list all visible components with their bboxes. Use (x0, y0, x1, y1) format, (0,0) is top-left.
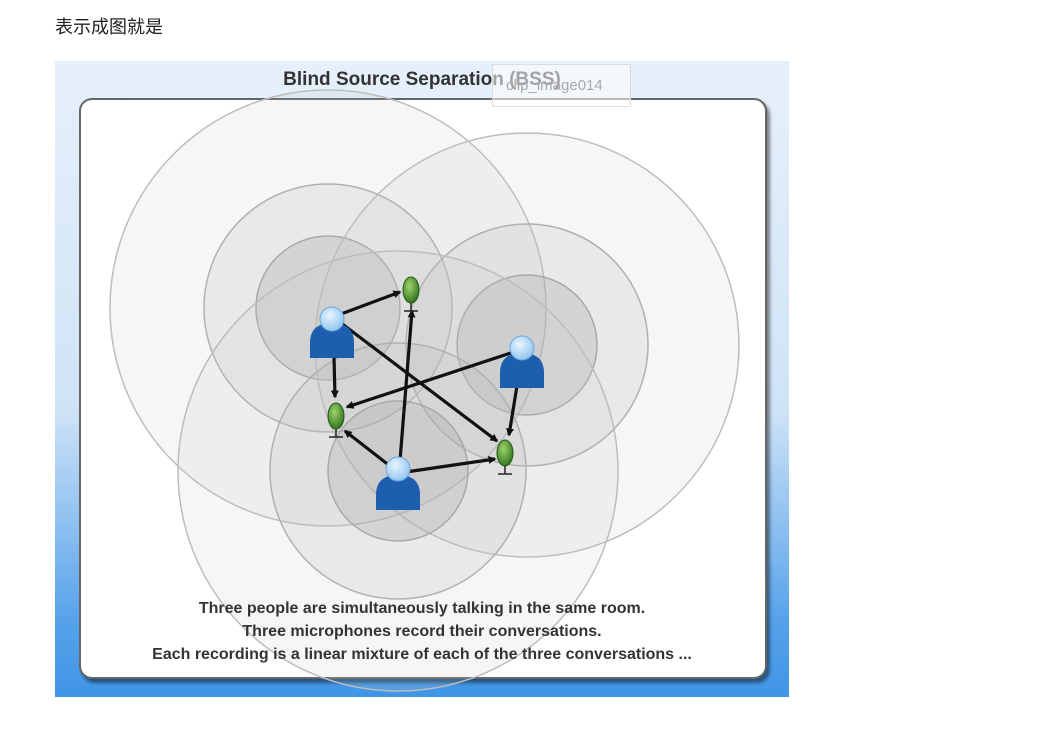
bss-figure: Blind Source Separation (BSS) Three peop… (55, 61, 789, 697)
broken-image-alt-text: clip_image014 (506, 77, 603, 94)
caption-line-3: Each recording is a linear mixture of ea… (152, 646, 692, 663)
broken-image-placeholder: clip_image014 (492, 64, 631, 107)
caption-line-1: Three people are simultaneously talking … (198, 600, 646, 617)
caption-line-2: Three microphones record their conversat… (242, 623, 602, 640)
intro-text: 表示成图就是 (55, 17, 163, 38)
